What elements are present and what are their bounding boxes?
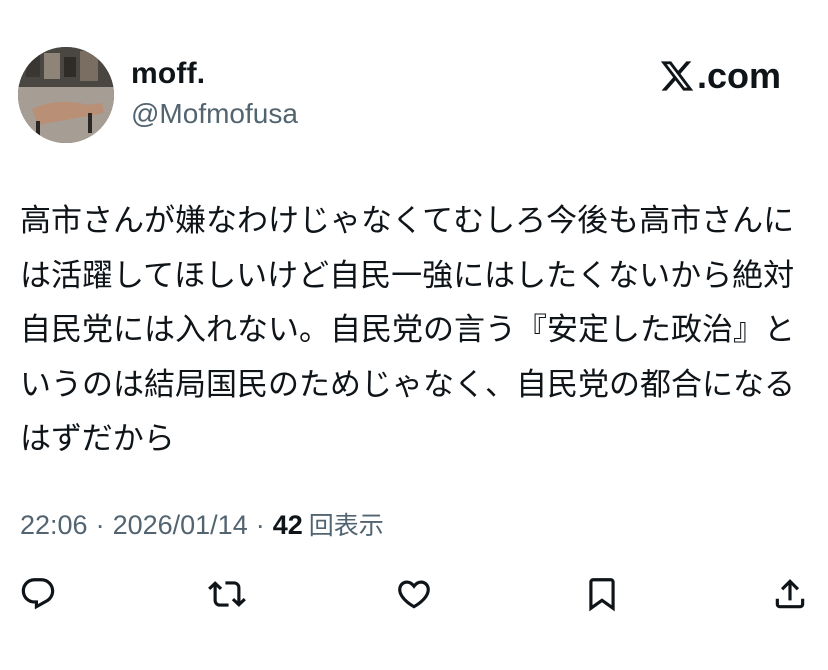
bookmark-button[interactable]: [580, 572, 624, 616]
share-icon: [775, 579, 805, 609]
like-button[interactable]: [392, 572, 436, 616]
x-logo-icon: [660, 61, 694, 91]
meta-separator-2: ·: [255, 510, 265, 540]
tweet-time[interactable]: 22:06: [20, 510, 88, 541]
bookmark-icon: [589, 578, 615, 612]
avatar-image: [18, 47, 114, 143]
like-icon: [398, 580, 430, 609]
tweet-text: 高市さんが嫌なわけじゃなくてむしろ今後も高市さんには活躍してほしいけど自民一強に…: [20, 203, 795, 456]
views-label[interactable]: 回表示: [309, 506, 384, 542]
action-bar: [0, 572, 828, 622]
brand-watermark: .com: [659, 56, 781, 96]
reply-button[interactable]: [16, 572, 60, 616]
retweet-icon: [208, 581, 246, 607]
reply-icon: [21, 578, 55, 610]
brand-domain: .com: [696, 55, 781, 96]
share-button[interactable]: [768, 572, 812, 616]
user-handle[interactable]: @Mofmofusa: [131, 98, 298, 130]
display-name[interactable]: moff.: [131, 57, 205, 91]
tweet-date[interactable]: 2026/01/14: [113, 510, 248, 541]
tweet-meta: 22:06 · 2026/01/14 · 42 回表示: [20, 506, 384, 542]
avatar[interactable]: [18, 47, 114, 143]
retweet-button[interactable]: [205, 572, 249, 616]
views-count[interactable]: 42: [273, 510, 303, 541]
meta-separator: ·: [95, 510, 105, 540]
